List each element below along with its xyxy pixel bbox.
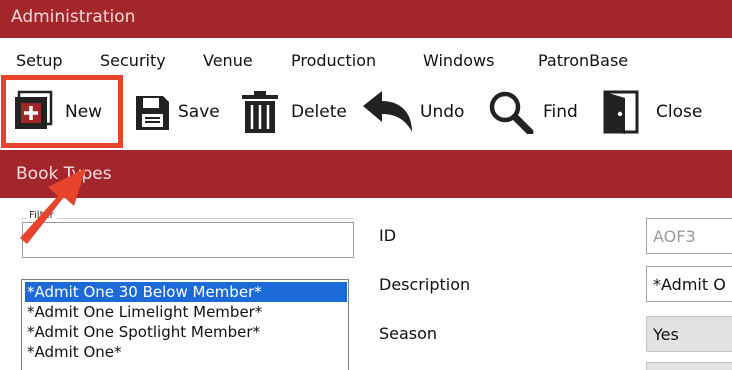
section-title: Book Types (16, 164, 112, 184)
list-item[interactable]: *Admit One* (25, 342, 347, 362)
list-item[interactable]: *Admit One Spotlight Member* (25, 322, 347, 342)
door-exit-icon (603, 90, 639, 134)
id-label: ID (379, 226, 397, 245)
season-label: Season (379, 324, 438, 343)
undo-arrow-icon (363, 91, 412, 132)
filter-input[interactable] (22, 222, 354, 258)
menu-setup[interactable]: Setup (16, 51, 63, 70)
save-button-label: Save (178, 102, 220, 122)
undo-button[interactable]: Undo (362, 90, 464, 134)
window-title-bar: Administration (0, 0, 732, 38)
undo-button-label: Undo (420, 102, 465, 122)
window-title: Administration (11, 7, 136, 27)
menu-windows[interactable]: Windows (423, 51, 494, 70)
menu-venue[interactable]: Venue (203, 51, 253, 70)
delete-button-label: Delete (291, 102, 347, 122)
save-disk-icon (136, 96, 169, 130)
menu-patronbase[interactable]: PatronBase (538, 51, 628, 70)
menu-security[interactable]: Security (100, 51, 166, 70)
next-field[interactable] (646, 362, 732, 370)
menu-production[interactable]: Production (291, 51, 376, 70)
find-button-label: Find (543, 102, 578, 122)
find-button[interactable]: Find (488, 90, 578, 134)
book-types-list[interactable]: *Admit One 30 Below Member* *Admit One L… (21, 279, 349, 370)
list-item[interactable]: *Admit One 30 Below Member* (25, 282, 347, 302)
menu-bar: Setup Security Venue Production Windows … (0, 38, 732, 74)
description-label: Description (379, 275, 471, 294)
description-field[interactable]: *Admit O (646, 266, 732, 302)
magnifier-icon (489, 91, 534, 134)
season-select[interactable]: Yes (646, 316, 732, 352)
list-item[interactable]: *Admit One Limelight Member* (25, 302, 347, 322)
close-button[interactable]: Close (601, 90, 702, 134)
close-button-label: Close (656, 102, 703, 122)
id-field: AOF3 (646, 218, 732, 254)
save-button[interactable]: Save (133, 90, 220, 134)
trash-icon (242, 91, 278, 133)
new-button-highlight (1, 75, 123, 148)
filter-legend: Filter (26, 210, 57, 221)
section-header: Book Types (0, 150, 732, 198)
delete-button[interactable]: Delete (241, 90, 347, 134)
